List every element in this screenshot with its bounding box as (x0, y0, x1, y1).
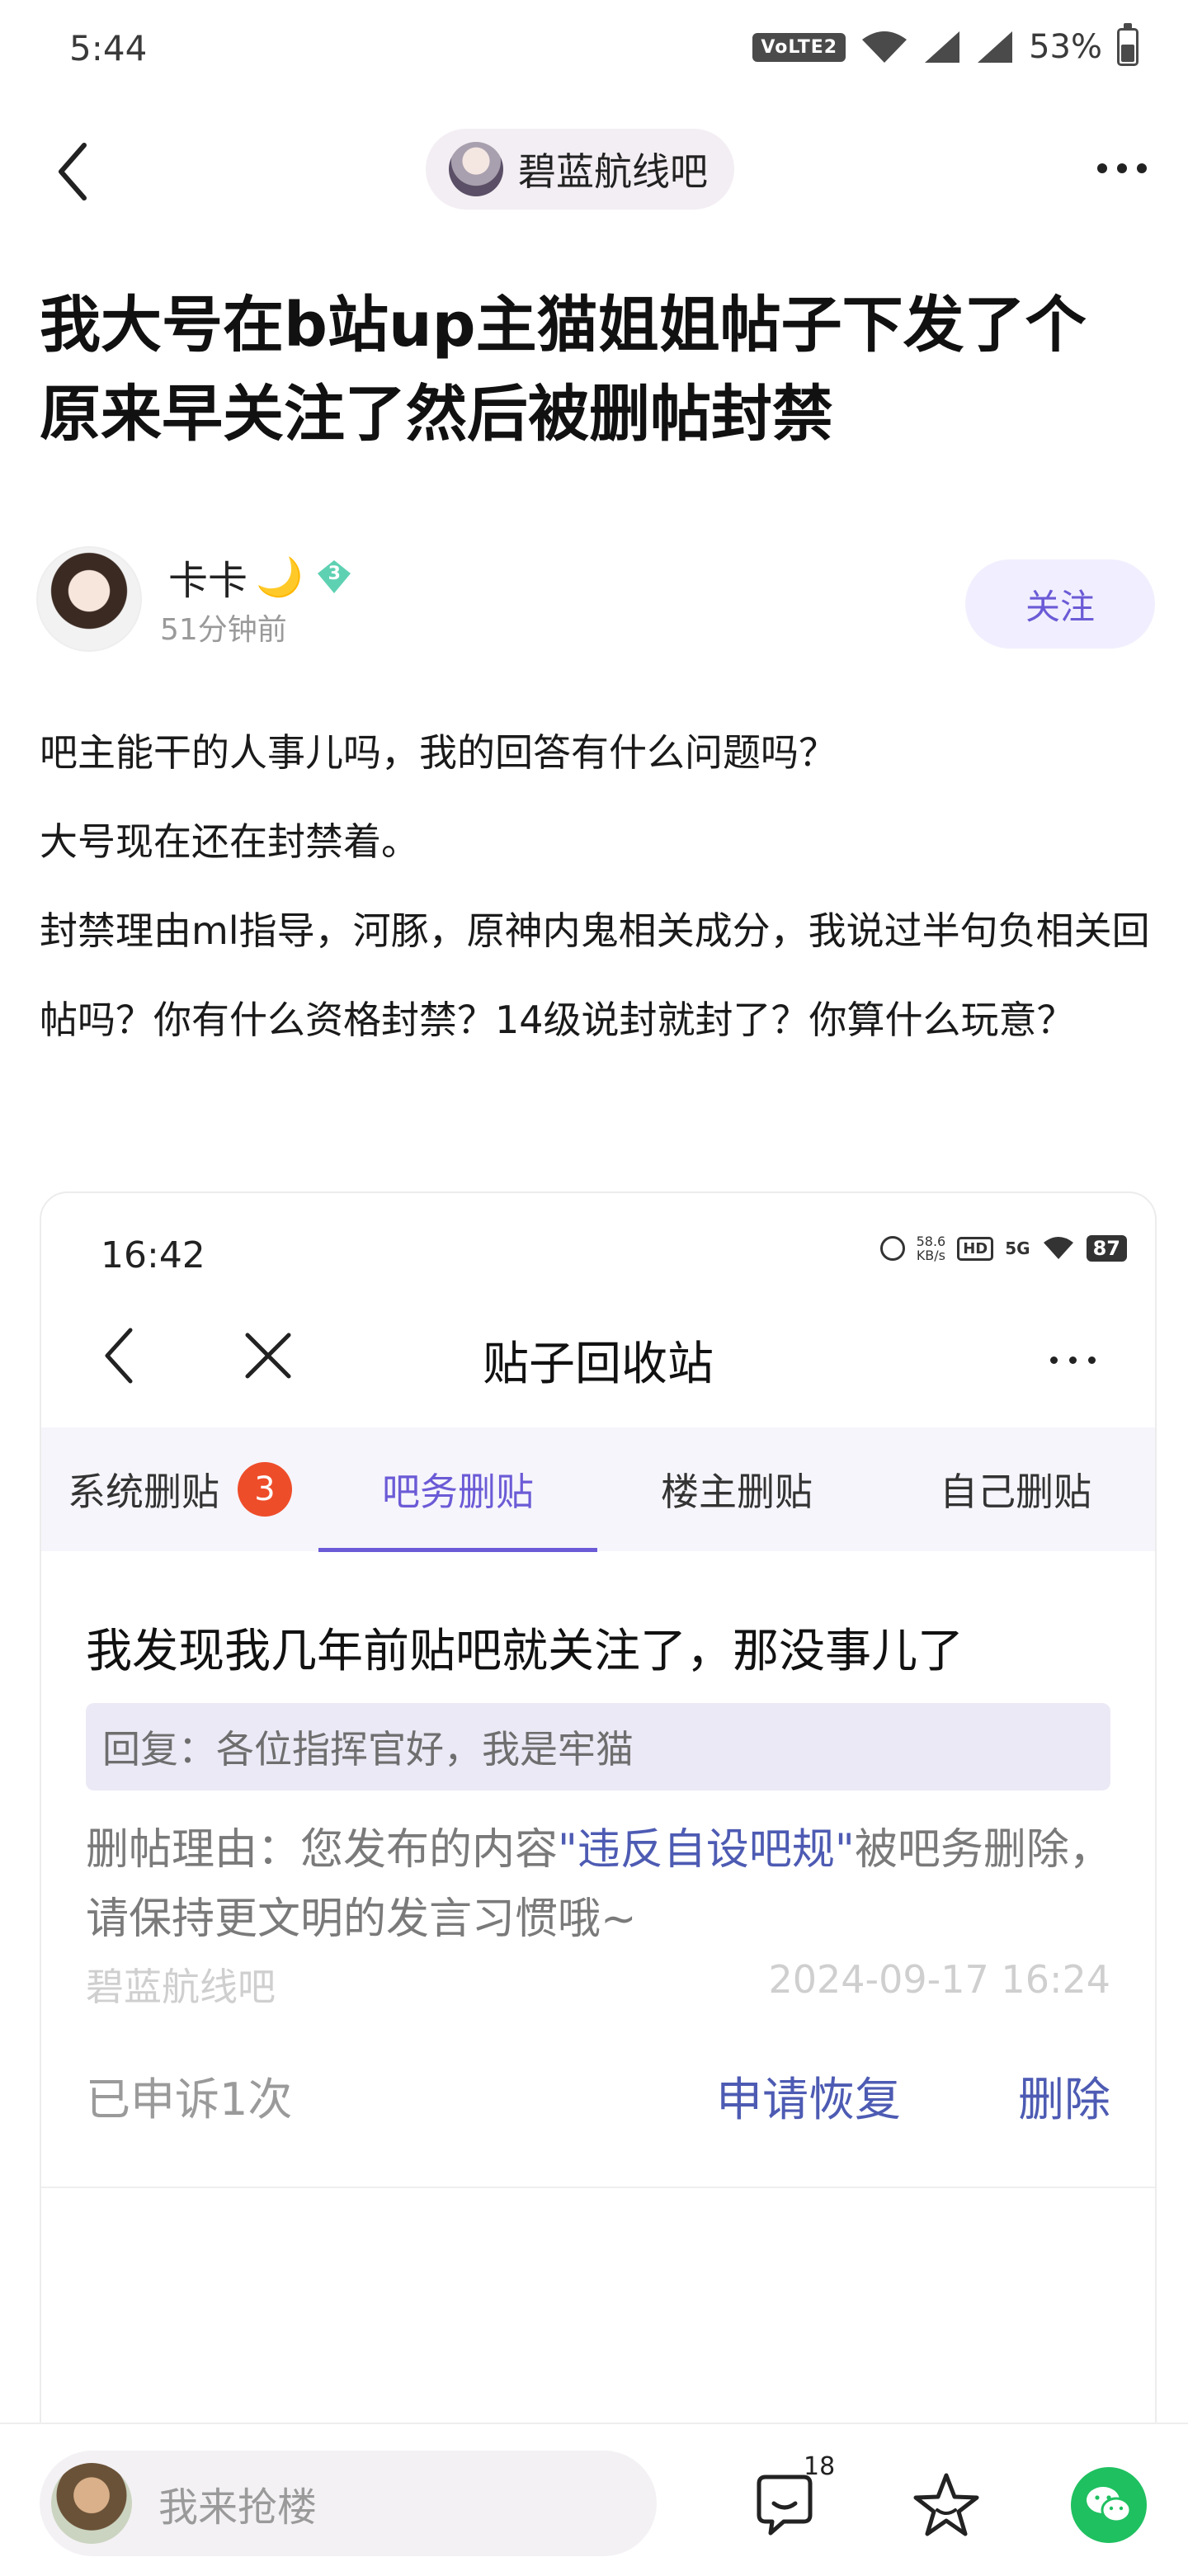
tab-admin-deleted: 吧务删贴 (382, 1470, 534, 1514)
active-tab-indicator (318, 1548, 597, 1552)
author-row[interactable]: 卡卡 🌙 3 (168, 548, 352, 606)
star-icon[interactable] (911, 2470, 982, 2541)
screenshot-page-title: 贴子回收站 (483, 1338, 714, 1391)
screenshot-status-icons: 58.6 KB/s HD 5G 87 (879, 1234, 1127, 1263)
forum-pill[interactable]: 碧蓝航线吧 (426, 129, 734, 210)
5g-badge: 5G (1005, 1238, 1030, 1258)
body-paragraph: 封禁理由ml指导，河豚，原神内鬼相关成分，我说过半句负相关回帖吗？你有什么资格封… (40, 908, 1150, 1042)
reply-placeholder: 我来抢楼 (158, 2484, 318, 2531)
deleted-post-title: 我发现我几年前贴吧就关注了，那没事儿了 (86, 1625, 964, 1678)
post-body: 吧主能干的人事儿吗，我的回答有什么问题吗？ 大号现在还在封禁着。 封禁理由ml指… (40, 708, 1162, 1064)
body-paragraph: 大号现在还在封禁着。 (40, 819, 419, 864)
signal-icon-2 (978, 31, 1013, 63)
tab-op-deleted: 楼主删贴 (661, 1470, 813, 1514)
follow-button[interactable]: 关注 (965, 559, 1155, 649)
network-speed: 58.6 KB/s (916, 1234, 946, 1263)
comment-icon[interactable] (751, 2472, 818, 2540)
divider (41, 2187, 1155, 2188)
post-time: 51分钟前 (160, 613, 287, 647)
embedded-screenshot[interactable]: 16:42 58.6 KB/s HD 5G 87 贴子回收站 系统删贴 3 吧务删… (40, 1191, 1157, 2515)
battery-percent: 53% (1029, 28, 1102, 66)
level-badge: 3 (316, 559, 352, 595)
moon-icon: 🌙 (256, 554, 304, 599)
appeal-status: 已申诉1次 (86, 2074, 293, 2125)
deleted-post-forum: 碧蓝航线吧 (86, 1965, 276, 2009)
deleted-post-date: 2024-09-17 16:24 (768, 1957, 1110, 2002)
deletion-reason: 删帖理由：您发布的内容"违反自设吧规"被吧务删除，请保持更文明的发言习惯哦~ (86, 1825, 1112, 1944)
author-name: 卡卡 (168, 558, 248, 604)
more-options-icon (1050, 1356, 1096, 1364)
signal-icon (925, 31, 960, 63)
notification-badge: 3 (238, 1462, 292, 1517)
volte-badge: VoLTE2 (752, 32, 846, 62)
reply-input[interactable]: 我来抢楼 (40, 2451, 657, 2556)
bottom-action-bar: 我来抢楼 18 (0, 2423, 1188, 2576)
restore-request-button: 申请恢复 (716, 2074, 901, 2127)
screenshot-status-time: 16:42 (101, 1234, 205, 1276)
back-arrow-icon[interactable] (50, 139, 99, 205)
alarm-icon (879, 1236, 905, 1261)
wifi-icon (1043, 1237, 1073, 1259)
wechat-share-icon[interactable] (1071, 2467, 1147, 2543)
forum-avatar (449, 142, 503, 196)
screenshot-battery: 87 (1086, 1235, 1127, 1262)
deleted-reply-quote: 回复：各位指挥官好，我是牢猫 (86, 1703, 1110, 1790)
body-paragraph: 吧主能干的人事儿吗，我的回答有什么问题吗？ (40, 730, 837, 775)
tab-system-deleted: 系统删贴 3 (41, 1427, 318, 1551)
user-avatar (51, 2463, 132, 2544)
forum-name: 碧蓝航线吧 (518, 149, 708, 194)
rule-link: "违反自设吧规" (558, 1825, 855, 1875)
hd-badge: HD (957, 1236, 994, 1261)
delete-button: 删除 (1018, 2074, 1110, 2127)
status-icons: VoLTE2 53% (752, 23, 1138, 66)
wifi-icon (862, 31, 908, 63)
author-avatar[interactable] (36, 546, 142, 652)
comment-count: 18 (804, 2452, 836, 2481)
recycle-tabs: 系统删贴 3 吧务删贴 楼主删贴 自己删贴 (41, 1427, 1155, 1552)
battery-icon (1117, 23, 1138, 66)
post-title: 我大号在b站up主猫姐姐帖子下发了个原来早关注了然后被删帖封禁 (40, 290, 1087, 450)
more-options-icon[interactable] (1097, 163, 1147, 173)
level-number: 3 (328, 564, 341, 584)
status-time: 5:44 (69, 28, 148, 68)
tab-self-deleted: 自己删贴 (940, 1470, 1091, 1514)
